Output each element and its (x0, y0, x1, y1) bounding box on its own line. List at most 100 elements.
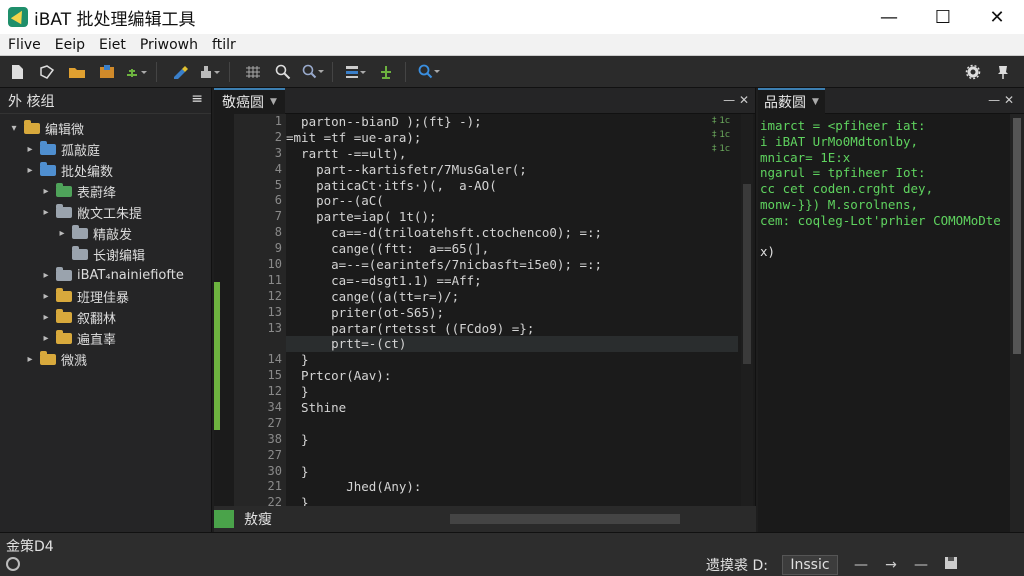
code-text[interactable]: parton--bianD );(ft} -); =mit =tf =ue-ara… (286, 114, 738, 510)
tree-item[interactable]: ▾ 编辑微 (0, 118, 211, 139)
chevron-right-icon[interactable]: ▸ (24, 144, 36, 155)
menu-view[interactable]: Eiet (99, 37, 126, 53)
code-line[interactable]: prtt=-(ct) (286, 336, 738, 353)
tree-item[interactable]: ▸ 批处编数 (0, 160, 211, 181)
chevron-right-icon[interactable]: ▸ (24, 354, 36, 365)
code-line[interactable]: a=--=(earintefs/7nicbasft=i5e0); =:; (286, 257, 738, 273)
chevron-down-icon[interactable]: ▾ (8, 123, 20, 134)
tree-item-label: 班理佳暴 (77, 291, 130, 306)
code-line[interactable]: cange((ftt: a==65(], (286, 241, 738, 257)
pin-icon[interactable] (990, 60, 1016, 84)
scroll-thumb[interactable] (1013, 118, 1021, 354)
search-icon[interactable] (270, 60, 296, 84)
code-line[interactable]: } (286, 384, 738, 400)
tree-item[interactable]: ▸ 遍直辜 (0, 328, 211, 349)
build-icon[interactable] (124, 60, 150, 84)
chat-icon[interactable] (6, 557, 20, 571)
menu-filter[interactable]: ftilr (212, 37, 236, 53)
tree-item[interactable]: ▸ 叙翻林 (0, 307, 211, 328)
code-line[interactable] (286, 448, 738, 464)
tree-item[interactable]: ▸ iBAT₄nainiefiofte (0, 265, 211, 286)
code-line[interactable]: por--(aC( (286, 193, 738, 209)
folder-icon (56, 267, 72, 281)
code-line[interactable]: parton--bianD );(ft} -); (286, 114, 738, 130)
chevron-right-icon[interactable]: ▸ (40, 186, 52, 197)
output-scrollbar[interactable] (1010, 114, 1024, 532)
tree-item[interactable]: ▸ 孤敲庭 (0, 139, 211, 160)
arrow-right-icon[interactable]: → (876, 557, 906, 573)
code-line[interactable]: =mit =tf =ue-ara); (286, 130, 738, 146)
arrow-end-icon[interactable]: — (906, 557, 936, 573)
code-line[interactable]: paticaCt·itfs·)(, a-AO( (286, 178, 738, 194)
editor-horizontal-scrollbar[interactable] (450, 514, 680, 524)
tree-item[interactable]: ▸ 微溅 (0, 349, 211, 370)
code-line[interactable]: priter(ot-S65); (286, 305, 738, 321)
code-line[interactable]: partar(rtetsst ((FCdo9) =}; (286, 321, 738, 337)
code-line[interactable]: Sthine (286, 400, 738, 416)
chevron-right-icon[interactable]: ▸ (56, 228, 68, 239)
tree-item[interactable]: ▸ 敝文工朱提 (0, 202, 211, 223)
tab-editor[interactable]: 敬癌圆 ▼ (214, 87, 285, 114)
code-line[interactable]: parte=iap( 1t(); (286, 209, 738, 225)
run-icon[interactable] (197, 60, 223, 84)
save-status-icon[interactable] (944, 556, 958, 574)
arrow-left-icon[interactable]: — (846, 557, 876, 573)
footer-label: 敖瘦 (244, 512, 272, 528)
output-actions[interactable]: — ✕ (988, 93, 1014, 107)
menu-icon[interactable]: ≡ (191, 91, 203, 107)
code-line[interactable] (286, 416, 738, 432)
code-line[interactable]: ca=-=dsgt1.1) ==Aff; (286, 273, 738, 289)
chevron-right-icon[interactable]: ▸ (40, 333, 52, 344)
code-line[interactable]: cange((a(tt=r=)/; (286, 289, 738, 305)
chevron-right-icon[interactable]: ▸ (40, 207, 52, 218)
folder-icon[interactable] (64, 60, 90, 84)
maximize-button[interactable]: ☐ (916, 0, 970, 34)
chevron-right-icon[interactable]: ▸ (40, 291, 52, 302)
list-icon[interactable] (343, 60, 369, 84)
open-icon[interactable] (34, 60, 60, 84)
tree-item-label: 微溅 (61, 354, 88, 369)
minimap[interactable]: ‡ 1c ‡ 1c ‡ 1c (703, 114, 739, 164)
tree-item-label: 长谢编辑 (93, 249, 146, 264)
chevron-right-icon[interactable]: ▸ (40, 312, 52, 323)
debug-icon[interactable] (373, 60, 399, 84)
code-line[interactable]: } (286, 464, 738, 480)
menu-file[interactable]: Flive (8, 37, 41, 53)
scroll-thumb[interactable] (743, 184, 751, 364)
output-line: mnicar= 1E:x (760, 149, 851, 165)
new-file-icon[interactable] (4, 60, 30, 84)
chevron-right-icon[interactable]: ▸ (24, 165, 36, 176)
tree-item-label: 批处编数 (61, 165, 114, 180)
save-icon[interactable] (94, 60, 120, 84)
tree-item[interactable]: ▸ 表蔚绛 (0, 181, 211, 202)
minimap-line: ‡ 1c (711, 144, 731, 154)
chevron-down-icon[interactable]: ▼ (812, 97, 819, 107)
chevron-down-icon[interactable]: ▼ (270, 97, 277, 107)
zoom-icon[interactable] (300, 60, 326, 84)
tree-item[interactable]: ▸ 精敲发 (0, 223, 211, 244)
grid-icon[interactable] (240, 60, 266, 84)
code-line[interactable]: ca==-d(triloatehsft.ctochenco0); =:; (286, 225, 738, 241)
editor-vertical-scrollbar[interactable] (741, 114, 753, 532)
chevron-right-icon[interactable]: ▸ (40, 270, 52, 281)
code-line[interactable]: part--kartisfetr/7MusGaler(; (286, 162, 738, 178)
status-arrows: — → — (846, 557, 936, 573)
minimize-button[interactable]: — (862, 0, 916, 34)
settings-icon[interactable] (960, 60, 986, 84)
tree-item[interactable]: ▸ 班理佳暴 (0, 286, 211, 307)
code-line[interactable]: } (286, 432, 738, 448)
menu-project[interactable]: Priwowh (140, 37, 198, 53)
tree-item[interactable]: 长谢编辑 (0, 244, 211, 265)
tab-actions[interactable]: — ✕ (723, 93, 749, 107)
menu-edit[interactable]: Eeip (55, 37, 85, 53)
mode-selector[interactable]: Inssic (781, 555, 838, 575)
code-line[interactable]: } (286, 352, 738, 368)
app-logo-icon (8, 7, 28, 27)
edit-icon[interactable] (167, 60, 193, 84)
code-line[interactable]: rartt -==ult), (286, 146, 738, 162)
code-line[interactable]: Prtcor(Aav): (286, 368, 738, 384)
tab-output[interactable]: 品薮圆 ▼ (758, 87, 825, 114)
code-line[interactable]: Jhed(Any): (286, 479, 738, 495)
find-icon[interactable] (416, 60, 442, 84)
close-button[interactable]: ✕ (970, 0, 1024, 34)
